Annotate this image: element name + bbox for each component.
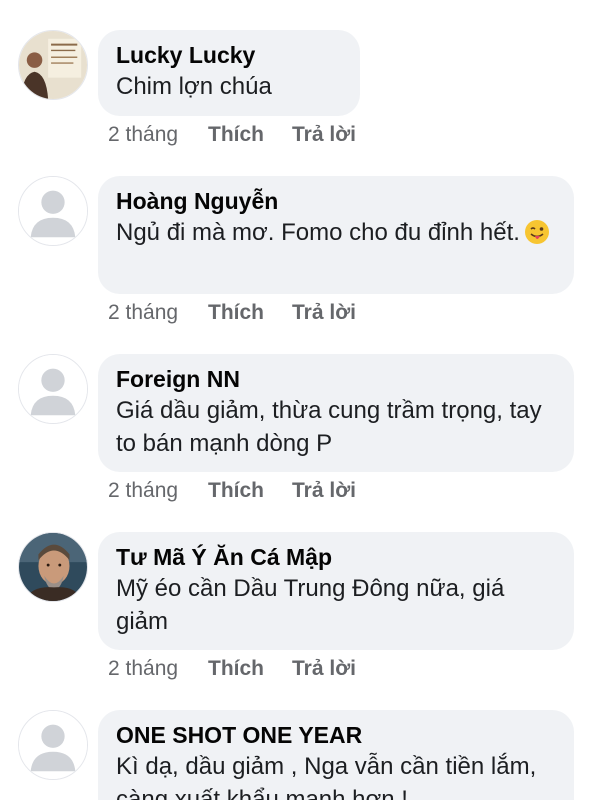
default-user-icon xyxy=(19,355,87,423)
default-user-icon xyxy=(19,711,87,779)
comment-bubble: Lucky Lucky Chim lợn chúa xyxy=(98,30,360,116)
comment-actions: 2 tháng Thích Trả lời xyxy=(108,656,356,682)
comment-text-content: Ngủ đi mà mơ. Fomo cho đu đỉnh hết. xyxy=(116,219,520,246)
comment-author[interactable]: Tư Mã Ý Ăn Cá Mập xyxy=(116,542,556,572)
reply-button[interactable]: Trả lời xyxy=(292,656,356,682)
comment-text: Ngủ đi mà mơ. Fomo cho đu đỉnh hết. xyxy=(116,216,556,249)
reply-button[interactable]: Trả lời xyxy=(292,122,356,148)
comment-bubble: ONE SHOT ONE YEAR Kì dạ, dầu giảm , Nga … xyxy=(98,710,574,800)
comment-time[interactable]: 2 tháng xyxy=(108,122,208,148)
comment-text: Mỹ éo cần Dầu Trung Đông nữa, giá giảm xyxy=(116,575,505,635)
avatar[interactable] xyxy=(18,30,88,100)
comment-text: Giá dầu giảm, thừa cung trầm trọng, tay … xyxy=(116,397,542,457)
comment-bubble: Foreign NN Giá dầu giảm, thừa cung trầm … xyxy=(98,354,574,472)
comment-bubble: Hoàng Nguyễn Ngủ đi mà mơ. Fomo cho đu đ… xyxy=(98,176,574,294)
avatar[interactable] xyxy=(18,532,88,602)
comment-author[interactable]: Foreign NN xyxy=(116,364,556,394)
comment-actions: 2 tháng Thích Trả lời xyxy=(108,300,356,326)
comment-actions: 2 tháng Thích Trả lời xyxy=(108,122,356,148)
comment-text: Chim lợn chúa xyxy=(116,73,272,100)
comment-author[interactable]: ONE SHOT ONE YEAR xyxy=(116,720,556,750)
comment-time[interactable]: 2 tháng xyxy=(108,656,208,682)
like-button[interactable]: Thích xyxy=(208,122,292,148)
avatar[interactable] xyxy=(18,354,88,424)
comment-bubble: Tư Mã Ý Ăn Cá Mập Mỹ éo cần Dầu Trung Đô… xyxy=(98,532,574,650)
comment-author[interactable]: Lucky Lucky xyxy=(116,40,342,70)
comment-time[interactable]: 2 tháng xyxy=(108,300,208,326)
comment-text: Kì dạ, dầu giảm , Nga vẫn cần tiền lắm, … xyxy=(116,753,537,800)
reply-button[interactable]: Trả lời xyxy=(292,300,356,326)
reply-button[interactable]: Trả lời xyxy=(292,478,356,504)
comment-thread: Lucky Lucky Chim lợn chúa 2 tháng Thích Tr… xyxy=(0,0,600,800)
comment-author[interactable]: Hoàng Nguyễn xyxy=(116,186,556,216)
comment-time[interactable]: 2 tháng xyxy=(108,478,208,504)
like-button[interactable]: Thích xyxy=(208,478,292,504)
avatar-photo-icon xyxy=(19,533,87,601)
avatar[interactable] xyxy=(18,176,88,246)
avatar[interactable] xyxy=(18,710,88,780)
like-button[interactable]: Thích xyxy=(208,656,292,682)
like-button[interactable]: Thích xyxy=(208,300,292,326)
default-user-icon xyxy=(19,177,87,245)
comment-actions: 2 tháng Thích Trả lời xyxy=(108,478,356,504)
winking-tongue-emoji-icon xyxy=(524,220,549,244)
avatar-photo-icon xyxy=(19,31,87,99)
